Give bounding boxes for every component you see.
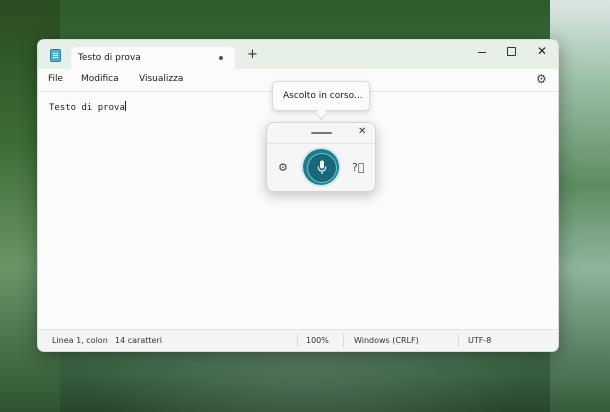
title-bar[interactable]: Testo di prova + ✕ (38, 40, 558, 69)
help-icon[interactable]: ?⃝ (352, 161, 364, 174)
minimize-button[interactable] (470, 44, 494, 60)
close-window-button[interactable]: ✕ (530, 44, 554, 60)
notepad-app-icon (50, 49, 61, 62)
menu-edit[interactable]: Modifica (81, 74, 119, 84)
status-bar: Linea 1, colon 14 caratteri 100% Windows… (38, 329, 558, 351)
tab-document[interactable]: Testo di prova (71, 47, 235, 69)
status-divider (458, 334, 459, 347)
tab-title: Testo di prova (78, 53, 141, 63)
drag-handle[interactable] (311, 132, 332, 134)
unsaved-dot-icon[interactable] (219, 56, 223, 60)
editor-text: Testo di prova (49, 103, 125, 113)
menu-file[interactable]: File (48, 74, 63, 84)
microphone-button[interactable] (303, 149, 339, 185)
text-caret (124, 101, 126, 111)
listening-tooltip: Ascolto in corso... (272, 81, 370, 111)
menu-view[interactable]: Visualizza (139, 74, 183, 84)
status-divider (343, 334, 344, 347)
close-icon[interactable]: ✕ (358, 126, 366, 137)
voice-typing-panel: ✕ ⚙ ?⃝ (266, 122, 376, 192)
status-divider (297, 334, 298, 347)
microphone-button-inner (307, 153, 337, 183)
character-count: 14 caratteri (115, 336, 162, 345)
maximize-button[interactable] (499, 44, 523, 60)
gear-icon[interactable]: ⚙ (536, 72, 547, 86)
panel-divider (267, 143, 375, 144)
gear-icon[interactable]: ⚙ (278, 161, 288, 174)
tooltip-text: Ascolto in corso... (283, 91, 363, 101)
new-tab-button[interactable]: + (247, 48, 258, 61)
zoom-level[interactable]: 100% (306, 336, 329, 345)
encoding[interactable]: UTF-8 (468, 336, 491, 345)
line-ending[interactable]: Windows (CRLF) (354, 336, 419, 345)
editor-content[interactable]: Testo di prova (49, 101, 126, 113)
microphone-icon (317, 160, 327, 174)
desktop-wallpaper-right (550, 0, 610, 412)
cursor-position: Linea 1, colon (52, 336, 108, 345)
